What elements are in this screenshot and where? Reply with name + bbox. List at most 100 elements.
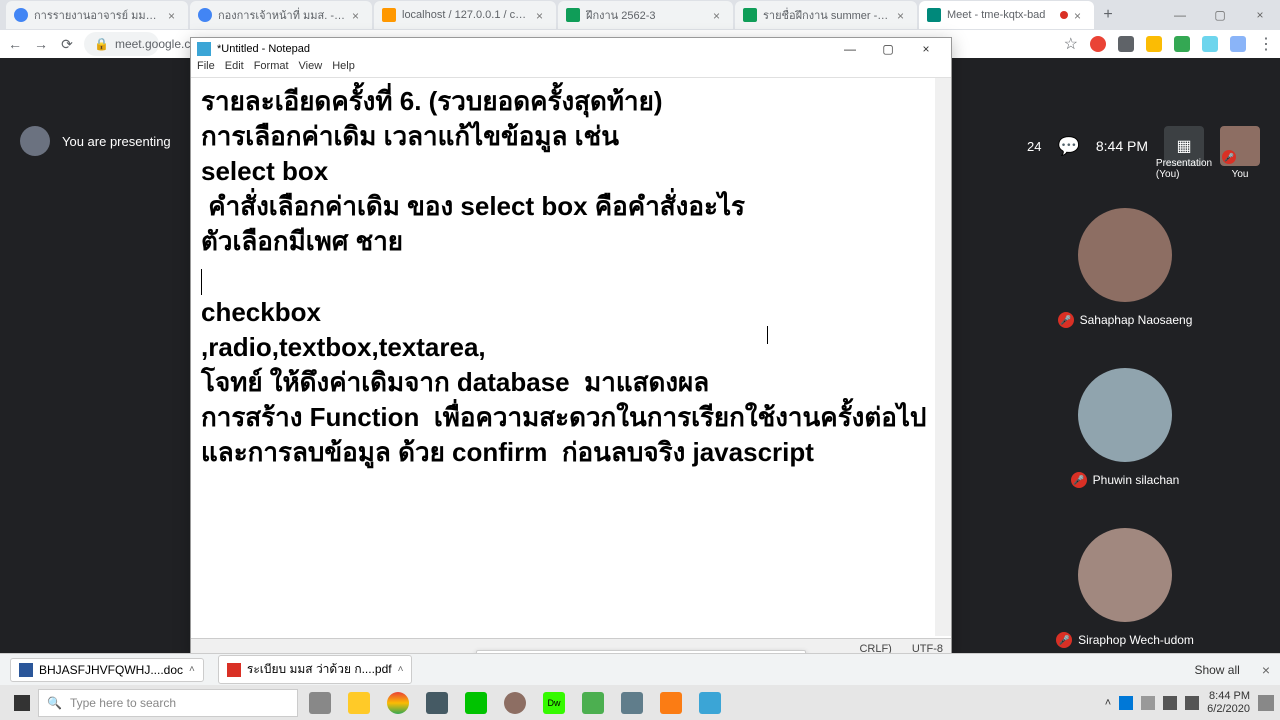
tab-title: รายชื่อฝึกงาน summer - Goog (763, 6, 891, 24)
notepad-titlebar[interactable]: *Untitled - Notepad — ▢ × (191, 38, 951, 60)
avatar (1078, 528, 1172, 622)
line-button[interactable] (458, 688, 494, 718)
close-icon[interactable]: × (168, 9, 180, 21)
maximize-button[interactable]: ▢ (1200, 1, 1240, 29)
browser-tab-active[interactable]: Meet - tme-kqtx-bad × (919, 1, 1094, 29)
show-all-button[interactable]: Show all (1194, 663, 1239, 677)
app-button[interactable] (575, 688, 611, 718)
omnibox[interactable]: 🔒 meet.google.c (84, 32, 159, 56)
close-button[interactable]: × (1240, 1, 1280, 29)
chat-icon[interactable]: 💬 (1057, 136, 1079, 157)
download-bar: BHJASFJHVFQWHJ....doc ˄ ระเบียบ มมส ว่าด… (0, 653, 1280, 685)
ext-icon[interactable] (1090, 36, 1106, 52)
tab-title: กองการเจ้าหน้าที่ มมส. - Google (218, 6, 346, 24)
editor-line: รายละเอียดครั้งที่ 6. (รวบยอดครั้งสุดท้า… (201, 84, 941, 119)
pdf-icon (227, 663, 241, 677)
reload-button[interactable]: ⟳ (58, 35, 76, 53)
profile-avatar[interactable] (1230, 36, 1246, 52)
favicon (566, 8, 580, 22)
browser-tab[interactable]: ฝึกงาน 2562-3 × (558, 1, 733, 29)
download-filename: BHJASFJHVFQWHJ....doc (39, 663, 183, 677)
close-button[interactable]: × (907, 38, 945, 60)
tile-label: Presentation (1156, 158, 1212, 169)
minimize-button[interactable]: — (831, 38, 869, 60)
tile-label: You (1232, 169, 1249, 180)
file-explorer-button[interactable] (341, 688, 377, 718)
mute-icon: 🎤 (1058, 312, 1074, 328)
presentation-tile[interactable]: ▦ Presentation(You) (1164, 126, 1204, 166)
favicon (927, 8, 941, 22)
app-button[interactable] (614, 688, 650, 718)
close-icon[interactable]: × (536, 9, 548, 21)
chevron-icon[interactable]: ˄ (398, 664, 404, 675)
volume-icon[interactable] (1185, 696, 1199, 710)
close-icon[interactable]: × (713, 9, 725, 21)
editor-line: คำสั่งเลือกค่าเดิม ของ select box คือคำส… (201, 189, 941, 224)
xampp-button[interactable] (653, 688, 689, 718)
participant-name: Phuwin silachan (1093, 473, 1180, 487)
clock[interactable]: 8:44 PM 6/2/2020 (1207, 690, 1250, 714)
download-item[interactable]: BHJASFJHVFQWHJ....doc ˄ (10, 658, 204, 682)
task-view-button[interactable] (302, 688, 338, 718)
forward-button[interactable]: → (32, 35, 50, 53)
ext-icon[interactable] (1202, 36, 1218, 52)
minimize-button[interactable]: — (1160, 1, 1200, 29)
chevron-icon[interactable]: ˄ (189, 664, 195, 675)
browser-tab[interactable]: กองการเจ้าหน้าที่ มมส. - Google × (190, 1, 372, 29)
new-tab-button[interactable]: + (1096, 3, 1120, 27)
browser-tab[interactable]: localhost / 127.0.0.1 / covid_ × (374, 1, 556, 29)
notepad-window: *Untitled - Notepad — ▢ × File Edit Form… (190, 37, 952, 659)
ext-icon[interactable] (1174, 36, 1190, 52)
close-icon[interactable]: × (897, 9, 909, 21)
maximize-button[interactable]: ▢ (869, 38, 907, 60)
tray-icon[interactable] (1141, 696, 1155, 710)
extensions: ☆ ⋮ (1064, 34, 1274, 54)
ext-icon[interactable] (1118, 36, 1134, 52)
menu-edit[interactable]: Edit (225, 60, 244, 77)
back-button[interactable]: ← (6, 35, 24, 53)
star-icon[interactable]: ☆ (1064, 34, 1078, 54)
wifi-icon[interactable] (1163, 696, 1177, 710)
menu-file[interactable]: File (197, 60, 215, 77)
mute-icon: 🎤 (1056, 632, 1072, 648)
tray-time: 8:44 PM (1207, 690, 1250, 702)
browser-tab[interactable]: การรายงานอาจารย์ มมส. - Google × (6, 1, 188, 29)
chrome-button[interactable] (380, 688, 416, 718)
secondary-cursor (767, 326, 768, 344)
search-input[interactable]: 🔍 Type here to search (38, 689, 298, 717)
self-tile[interactable]: 🎤 You (1220, 126, 1260, 166)
dreamweaver-button[interactable]: Dw (536, 688, 572, 718)
presenting-banner: You are presenting (20, 126, 171, 156)
menu-view[interactable]: View (299, 60, 323, 77)
favicon (198, 8, 212, 22)
participant-row: 🎤 Siraphop Wech-udom (990, 528, 1260, 648)
close-icon[interactable]: × (1074, 9, 1086, 21)
browser-tab[interactable]: รายชื่อฝึกงาน summer - Goog × (735, 1, 917, 29)
scrollbar[interactable] (935, 78, 951, 636)
start-button[interactable] (6, 687, 38, 719)
notepad-menu: File Edit Format View Help (191, 60, 951, 78)
favicon (743, 8, 757, 22)
editor-line: และการลบข้อมูล ด้วย confirm ก่อนลบจริง j… (201, 435, 941, 470)
ext-icon[interactable] (1146, 36, 1162, 52)
menu-help[interactable]: Help (332, 60, 355, 77)
presenting-label: You are presenting (62, 134, 171, 149)
notepad-button[interactable] (692, 688, 728, 718)
editor-line: โจทย์ ให้ดึงค่าเดิมจาก database มาแสดงผล (201, 365, 941, 400)
notifications-button[interactable] (1258, 695, 1274, 711)
download-item[interactable]: ระเบียบ มมส ว่าด้วย ก....pdf ˄ (218, 655, 413, 684)
tray-icon[interactable] (1119, 696, 1133, 710)
clock: 8:44 PM (1096, 138, 1148, 154)
menu-format[interactable]: Format (254, 60, 289, 77)
menu-icon[interactable]: ⋮ (1258, 34, 1274, 54)
app-button[interactable] (497, 688, 533, 718)
close-icon[interactable]: × (352, 9, 364, 21)
participant-name: Sahaphap Naosaeng (1080, 313, 1193, 327)
close-icon[interactable]: × (1262, 662, 1270, 678)
app-button[interactable] (419, 688, 455, 718)
favicon (14, 8, 28, 22)
text-cursor (201, 269, 202, 295)
tray-chevron-icon[interactable]: ˄ (1105, 697, 1111, 709)
editor-line: การเลือกค่าเดิม เวลาแก้ไขข้อมูล เช่น (201, 119, 941, 154)
notepad-editor[interactable]: รายละเอียดครั้งที่ 6. (รวบยอดครั้งสุดท้า… (191, 78, 951, 638)
